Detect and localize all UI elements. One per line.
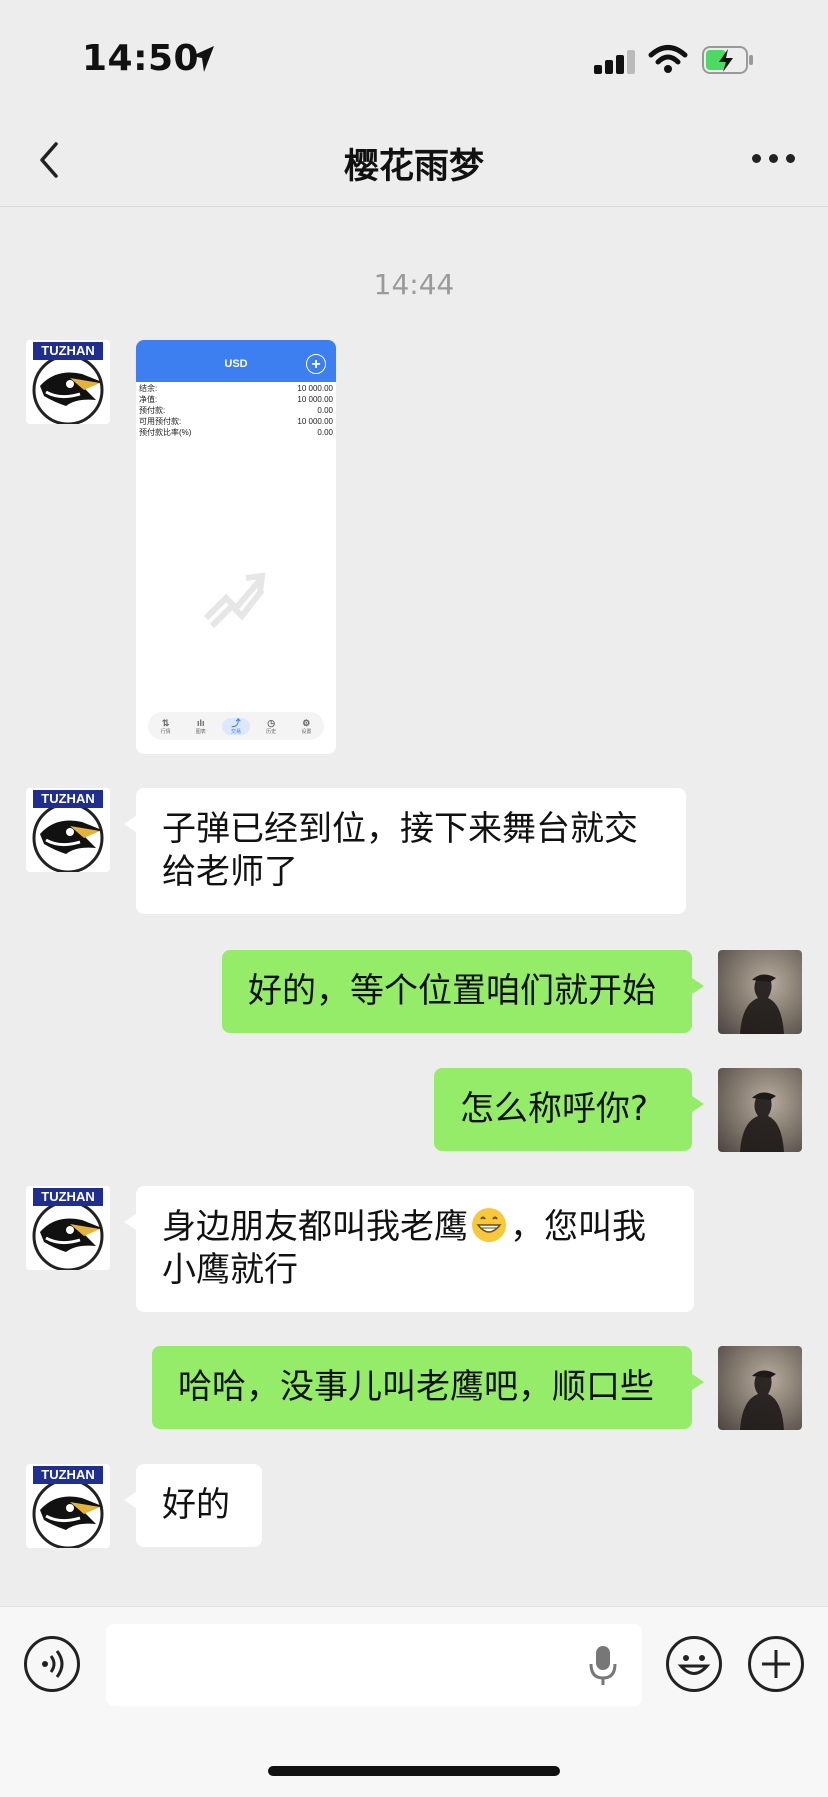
trade-empty-icon <box>203 572 266 629</box>
incoming-message[interactable]: 子弹已经到位，接下来舞台就交给老师了 <box>124 788 686 914</box>
screenshot-row: 净值: 10 000.00 <box>139 395 333 404</box>
screenshot-header: USD + <box>136 340 336 382</box>
grin-emoji-icon <box>472 1208 506 1242</box>
user-avatar[interactable] <box>718 1068 802 1152</box>
outgoing-message[interactable]: 哈哈，没事儿叫老鹰吧，顺口些 <box>152 1346 704 1429</box>
screenshot-currency: USD <box>224 358 248 370</box>
plus-icon[interactable] <box>748 1636 804 1692</box>
screenshot-tab: ılı 图表 <box>195 717 206 735</box>
user-avatar[interactable] <box>718 950 802 1034</box>
message-text: 身边朋友都叫我老鹰 <box>162 1207 468 1247</box>
avatar-brand-label: TUZHAN <box>33 1188 103 1206</box>
more-dots-icon[interactable] <box>752 154 796 166</box>
wifi-icon <box>648 45 688 73</box>
voice-icon[interactable] <box>24 1636 80 1692</box>
message-input[interactable] <box>106 1624 642 1706</box>
screenshot-tab: ⇅ 行情 <box>160 717 171 735</box>
avatar-brand-label: TUZHAN <box>33 790 103 808</box>
screenshot-tab-bar: ⇅ 行情 ılı 图表 ⤴ 交易 ◷ 历史 ⚙ 设置 <box>148 712 324 740</box>
message-timestamp: 14:44 <box>373 268 455 301</box>
contact-avatar[interactable]: TUZHAN <box>26 340 110 424</box>
status-time: 14:50 <box>82 38 200 79</box>
screenshot-row: 预付款: 0.00 <box>139 406 333 415</box>
user-avatar[interactable] <box>718 1346 802 1430</box>
screenshot-balance-list: 结余: 10 000.00 净值: 10 000.00 预付款: 0.00 可用预付款… <box>139 383 333 438</box>
home-indicator[interactable] <box>268 1766 560 1776</box>
outgoing-message[interactable]: 怎么称呼你? <box>434 1068 704 1151</box>
contact-avatar[interactable]: TUZHAN <box>26 788 110 872</box>
screenshot-row: 预付款比率(%) 0.00 <box>139 428 333 437</box>
avatar-brand-label: TUZHAN <box>33 1466 103 1484</box>
chat-title: 樱花雨梦 <box>343 147 484 187</box>
screenshot-tab: ◷ 历史 <box>266 717 277 735</box>
image-message[interactable]: USD + 结余: 10 000.00 净值: 10 000.00 预付款: 0.00 … <box>136 340 336 754</box>
contact-avatar[interactable]: TUZHAN <box>26 1464 110 1548</box>
location-arrow-icon <box>192 46 214 72</box>
screenshot-tab: ⚙ 设置 <box>301 717 312 735</box>
avatar-brand-label: TUZHAN <box>33 342 103 360</box>
microphone-icon[interactable] <box>588 1644 618 1686</box>
cellular-signal-icon <box>594 50 635 74</box>
battery-charging-icon <box>702 46 753 74</box>
screenshot-row: 可用预付款: 10 000.00 <box>139 417 333 426</box>
outgoing-message[interactable]: 好的，等个位置咱们就开始 <box>222 950 704 1033</box>
screenshot-tab: ⤴ 交易 <box>221 717 250 735</box>
contact-avatar[interactable]: TUZHAN <box>26 1186 110 1270</box>
emoji-icon[interactable] <box>666 1636 722 1692</box>
incoming-message[interactable]: 好的 <box>124 1464 262 1547</box>
incoming-message[interactable]: 身边朋友都叫我老鹰 ，您叫我小鹰就行 <box>124 1186 694 1312</box>
screenshot-row: 结余: 10 000.00 <box>139 384 333 393</box>
add-icon: + <box>306 354 326 374</box>
